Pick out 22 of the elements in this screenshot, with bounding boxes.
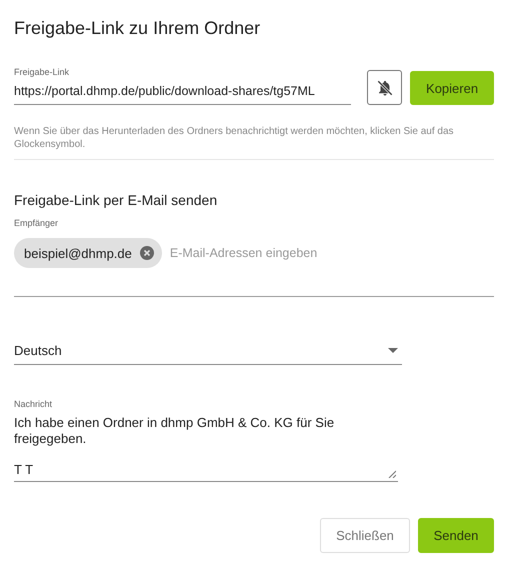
- message-field[interactable]: Ich habe einen Ordner in dhmp GmbH & Co. KG für Sie freigegeben. T T: [14, 413, 354, 482]
- muted-bell-icon: [376, 78, 394, 96]
- field-label: Freigabe-Link: [14, 67, 70, 77]
- hint-text: Wenn Sie über das Herunterladen des Ordners benachrichtigt werden möchten, klicken Sie auf das Glockensymbol.: [14, 125, 455, 151]
- recipient-chip[interactable]: beispiel@dhmp.de: [14, 238, 162, 268]
- section-title: Freigabe-Link per E-Mail senden: [14, 192, 218, 208]
- remove-icon[interactable]: [140, 246, 154, 260]
- resize-handle-icon[interactable]: [388, 470, 396, 478]
- recipients-field[interactable]: beispiel@dhmp.de E-Mail-Adressen eingeben: [14, 232, 494, 297]
- field-label: Nachricht: [14, 399, 54, 409]
- notification-toggle[interactable]: [367, 70, 402, 105]
- language-select[interactable]: Deutsch: [14, 343, 402, 365]
- chip-label: beispiel@dhmp.de: [24, 246, 132, 260]
- send-button[interactable]: Senden: [418, 518, 494, 554]
- dropdown-caret-icon: [388, 348, 398, 353]
- close-button[interactable]: Schließen: [320, 518, 410, 554]
- dialog-title: Freigabe-Link zu Ihrem Ordner: [14, 18, 262, 39]
- field-label: Empfänger: [14, 218, 60, 228]
- copy-button[interactable]: Kopieren: [410, 71, 494, 105]
- link-field[interactable]: https://portal.dhmp.de/public/download-shares/tg57ML: [14, 81, 352, 105]
- input-placeholder: E-Mail-Adressen eingeben: [170, 245, 318, 262]
- select-value: Deutsch: [14, 343, 62, 358]
